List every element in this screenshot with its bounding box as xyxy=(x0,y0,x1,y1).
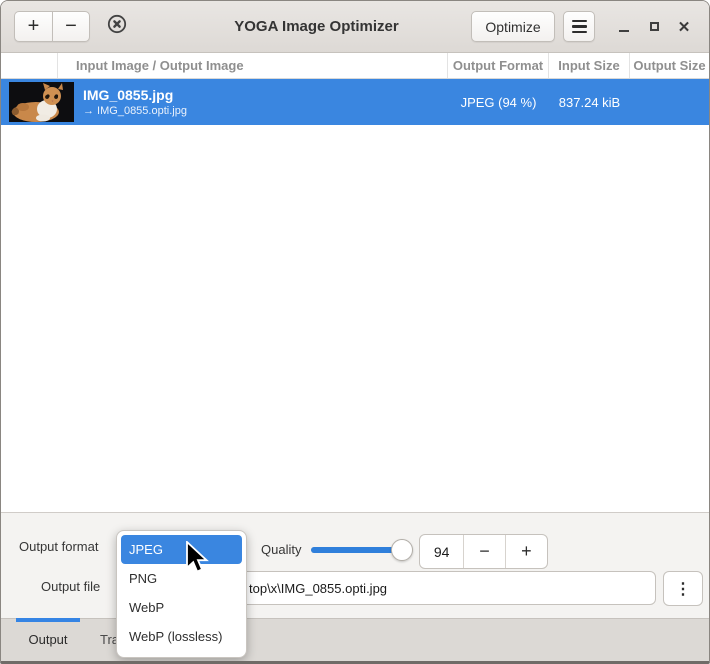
app-window: + − YOGA Image Optimizer Optimize xyxy=(0,0,710,664)
output-format-label: Output format xyxy=(19,540,98,554)
options-panel: Output format Quality 94 − + Output file… xyxy=(1,512,709,618)
column-header-output-format[interactable]: Output Format xyxy=(448,53,549,78)
output-file-label: Output file xyxy=(41,580,100,594)
dropdown-item-webp[interactable]: WebP xyxy=(117,593,246,622)
column-header-thumbnail[interactable] xyxy=(1,53,58,78)
window-controls: ✕ xyxy=(609,12,699,42)
output-image-name: → IMG_0855.opti.jpg xyxy=(83,104,448,118)
hamburger-menu-icon xyxy=(572,20,587,33)
menu-button[interactable] xyxy=(563,11,595,42)
close-icon: ✕ xyxy=(678,18,691,36)
column-header-input-output-image[interactable]: Input Image / Output Image xyxy=(58,53,448,78)
stop-optimization-button[interactable] xyxy=(102,12,132,42)
optimize-button[interactable]: Optimize xyxy=(471,11,555,42)
output-file-options-button[interactable]: ⋮ xyxy=(663,571,703,606)
output-format-dropdown: JPEG PNG WebP WebP (lossless) xyxy=(116,530,247,658)
active-tab-indicator xyxy=(16,618,80,622)
input-image-name: IMG_0855.jpg xyxy=(83,87,448,104)
headerbar: + − YOGA Image Optimizer Optimize xyxy=(1,1,709,53)
minimize-icon xyxy=(619,30,629,33)
maximize-icon xyxy=(650,22,659,31)
circle-x-stop-icon xyxy=(106,13,128,40)
quality-slider-thumb[interactable] xyxy=(391,539,413,561)
window-title: YOGA Image Optimizer xyxy=(140,18,463,35)
column-header-output-size[interactable]: Output Size xyxy=(630,53,709,78)
maximize-button[interactable] xyxy=(639,12,669,42)
table-row[interactable]: IMG_0855.jpg → IMG_0855.opti.jpg JPEG (9… xyxy=(1,79,709,125)
quality-spinbutton: 94 − + xyxy=(419,534,548,569)
mouse-cursor xyxy=(185,541,211,582)
bottom-tabbar: Output Tra xyxy=(1,618,709,661)
quality-decrease-button[interactable]: − xyxy=(464,535,505,568)
image-thumbnail xyxy=(9,82,74,122)
tab-output[interactable]: Output xyxy=(16,632,80,647)
add-image-button[interactable]: + xyxy=(14,11,52,42)
quality-label: Quality xyxy=(261,543,301,557)
row-input-size: 837.24 kiB xyxy=(549,95,630,110)
quality-increase-button[interactable]: + xyxy=(506,535,547,568)
close-button[interactable]: ✕ xyxy=(669,12,699,42)
dropdown-item-jpeg[interactable]: JPEG xyxy=(121,535,242,564)
column-header-input-size[interactable]: Input Size xyxy=(549,53,630,78)
remove-image-button[interactable]: − xyxy=(52,11,90,42)
dropdown-item-webp-lossless[interactable]: WebP (lossless) xyxy=(117,622,246,651)
minimize-button[interactable] xyxy=(609,12,639,42)
add-remove-button-group: + − xyxy=(14,11,90,42)
image-list-empty-area[interactable] xyxy=(1,125,709,512)
quality-slider-fill xyxy=(311,547,399,553)
vertical-dots-icon: ⋮ xyxy=(675,579,691,599)
image-name-block: IMG_0855.jpg → IMG_0855.opti.jpg xyxy=(74,87,448,118)
table-header: Input Image / Output Image Output Format… xyxy=(1,53,709,79)
row-output-format: JPEG (94 %) xyxy=(448,95,549,110)
quality-value[interactable]: 94 xyxy=(420,535,464,568)
dropdown-item-png[interactable]: PNG xyxy=(117,564,246,593)
